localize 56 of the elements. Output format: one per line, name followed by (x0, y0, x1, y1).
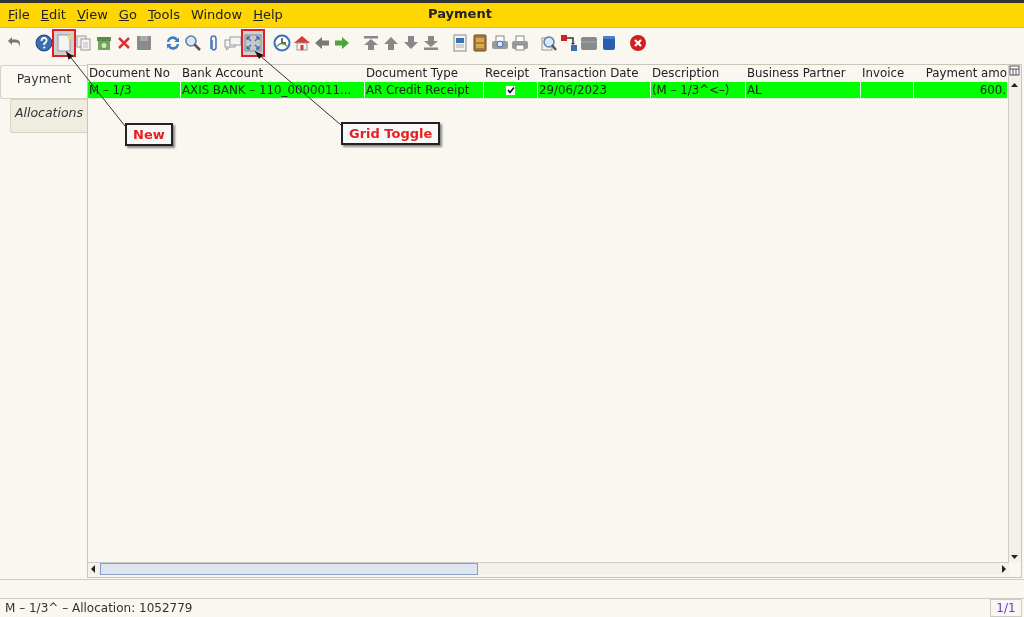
first-record-icon[interactable] (362, 33, 380, 52)
column-header[interactable]: Transaction Date (539, 66, 639, 80)
menu-item[interactable]: Go (118, 6, 137, 24)
column-header[interactable]: Payment amo (925, 66, 1007, 80)
copy-icon[interactable] (75, 33, 93, 52)
cylinder-icon[interactable] (600, 33, 618, 52)
search-icon[interactable] (184, 33, 202, 52)
menu-item[interactable]: Help (253, 6, 283, 24)
table-cell: AXIS BANK – 110_0000011... (181, 82, 365, 99)
workflow-icon[interactable] (560, 33, 578, 52)
save-icon[interactable] (135, 33, 153, 52)
column-chooser-icon[interactable] (1009, 65, 1020, 76)
zoom-icon[interactable] (540, 33, 558, 52)
column-header[interactable]: Document No (89, 66, 170, 80)
tab[interactable]: Payment (0, 65, 87, 99)
checkbox[interactable] (505, 84, 516, 96)
down-arrow-icon[interactable] (402, 33, 420, 52)
report-icon[interactable] (451, 33, 469, 52)
column-header[interactable]: Invoice (862, 66, 905, 80)
column-header[interactable]: Bank Account (182, 66, 263, 80)
window-title: Payment (428, 6, 492, 21)
callout-label: Grid Toggle (341, 122, 441, 145)
menu-item[interactable]: Edit (40, 6, 66, 24)
help-icon[interactable] (35, 33, 53, 52)
menu-item[interactable]: Tools (147, 6, 180, 24)
callout-label: New (125, 123, 173, 146)
table-cell: 29/06/2023 (538, 82, 651, 99)
table-cell: M – 1/3 (88, 82, 181, 99)
column-header[interactable]: Business Partner (747, 66, 846, 80)
cabinet-icon[interactable] (471, 33, 489, 52)
expand-icon[interactable] (244, 33, 262, 52)
clock-icon[interactable] (273, 33, 291, 52)
menu-item[interactable]: File (8, 6, 30, 24)
close-icon[interactable] (629, 33, 647, 52)
chat-icon[interactable] (224, 33, 242, 52)
column-header[interactable]: Document Type (366, 66, 458, 80)
status-message: M – 1/3^ – Allocation: 1052779 (4, 600, 194, 617)
scrollbar-thumb[interactable] (100, 563, 478, 575)
refresh-icon[interactable] (164, 33, 182, 52)
column-header[interactable]: Receipt (485, 66, 530, 80)
table-cell: 600. (914, 82, 1008, 99)
table-cell (861, 82, 914, 99)
table-cell: AL (746, 82, 861, 99)
column-header[interactable]: Description (652, 66, 720, 80)
printer-icon[interactable] (491, 33, 509, 52)
home-icon[interactable] (293, 33, 311, 52)
last-record-icon[interactable] (422, 33, 440, 52)
table-cell: AR Credit Receipt (365, 82, 484, 99)
menu-item[interactable]: View (76, 6, 108, 24)
scroll-down-icon[interactable] (1009, 552, 1020, 562)
record-counter: 1/1 (990, 599, 1022, 617)
tab[interactable]: Allocations (10, 99, 87, 133)
scroll-up-icon[interactable] (1009, 80, 1020, 90)
printer-icon[interactable] (511, 33, 529, 52)
menu-item[interactable]: Window (190, 6, 243, 24)
table-cell: (M – 1/3^<–) (651, 82, 746, 99)
